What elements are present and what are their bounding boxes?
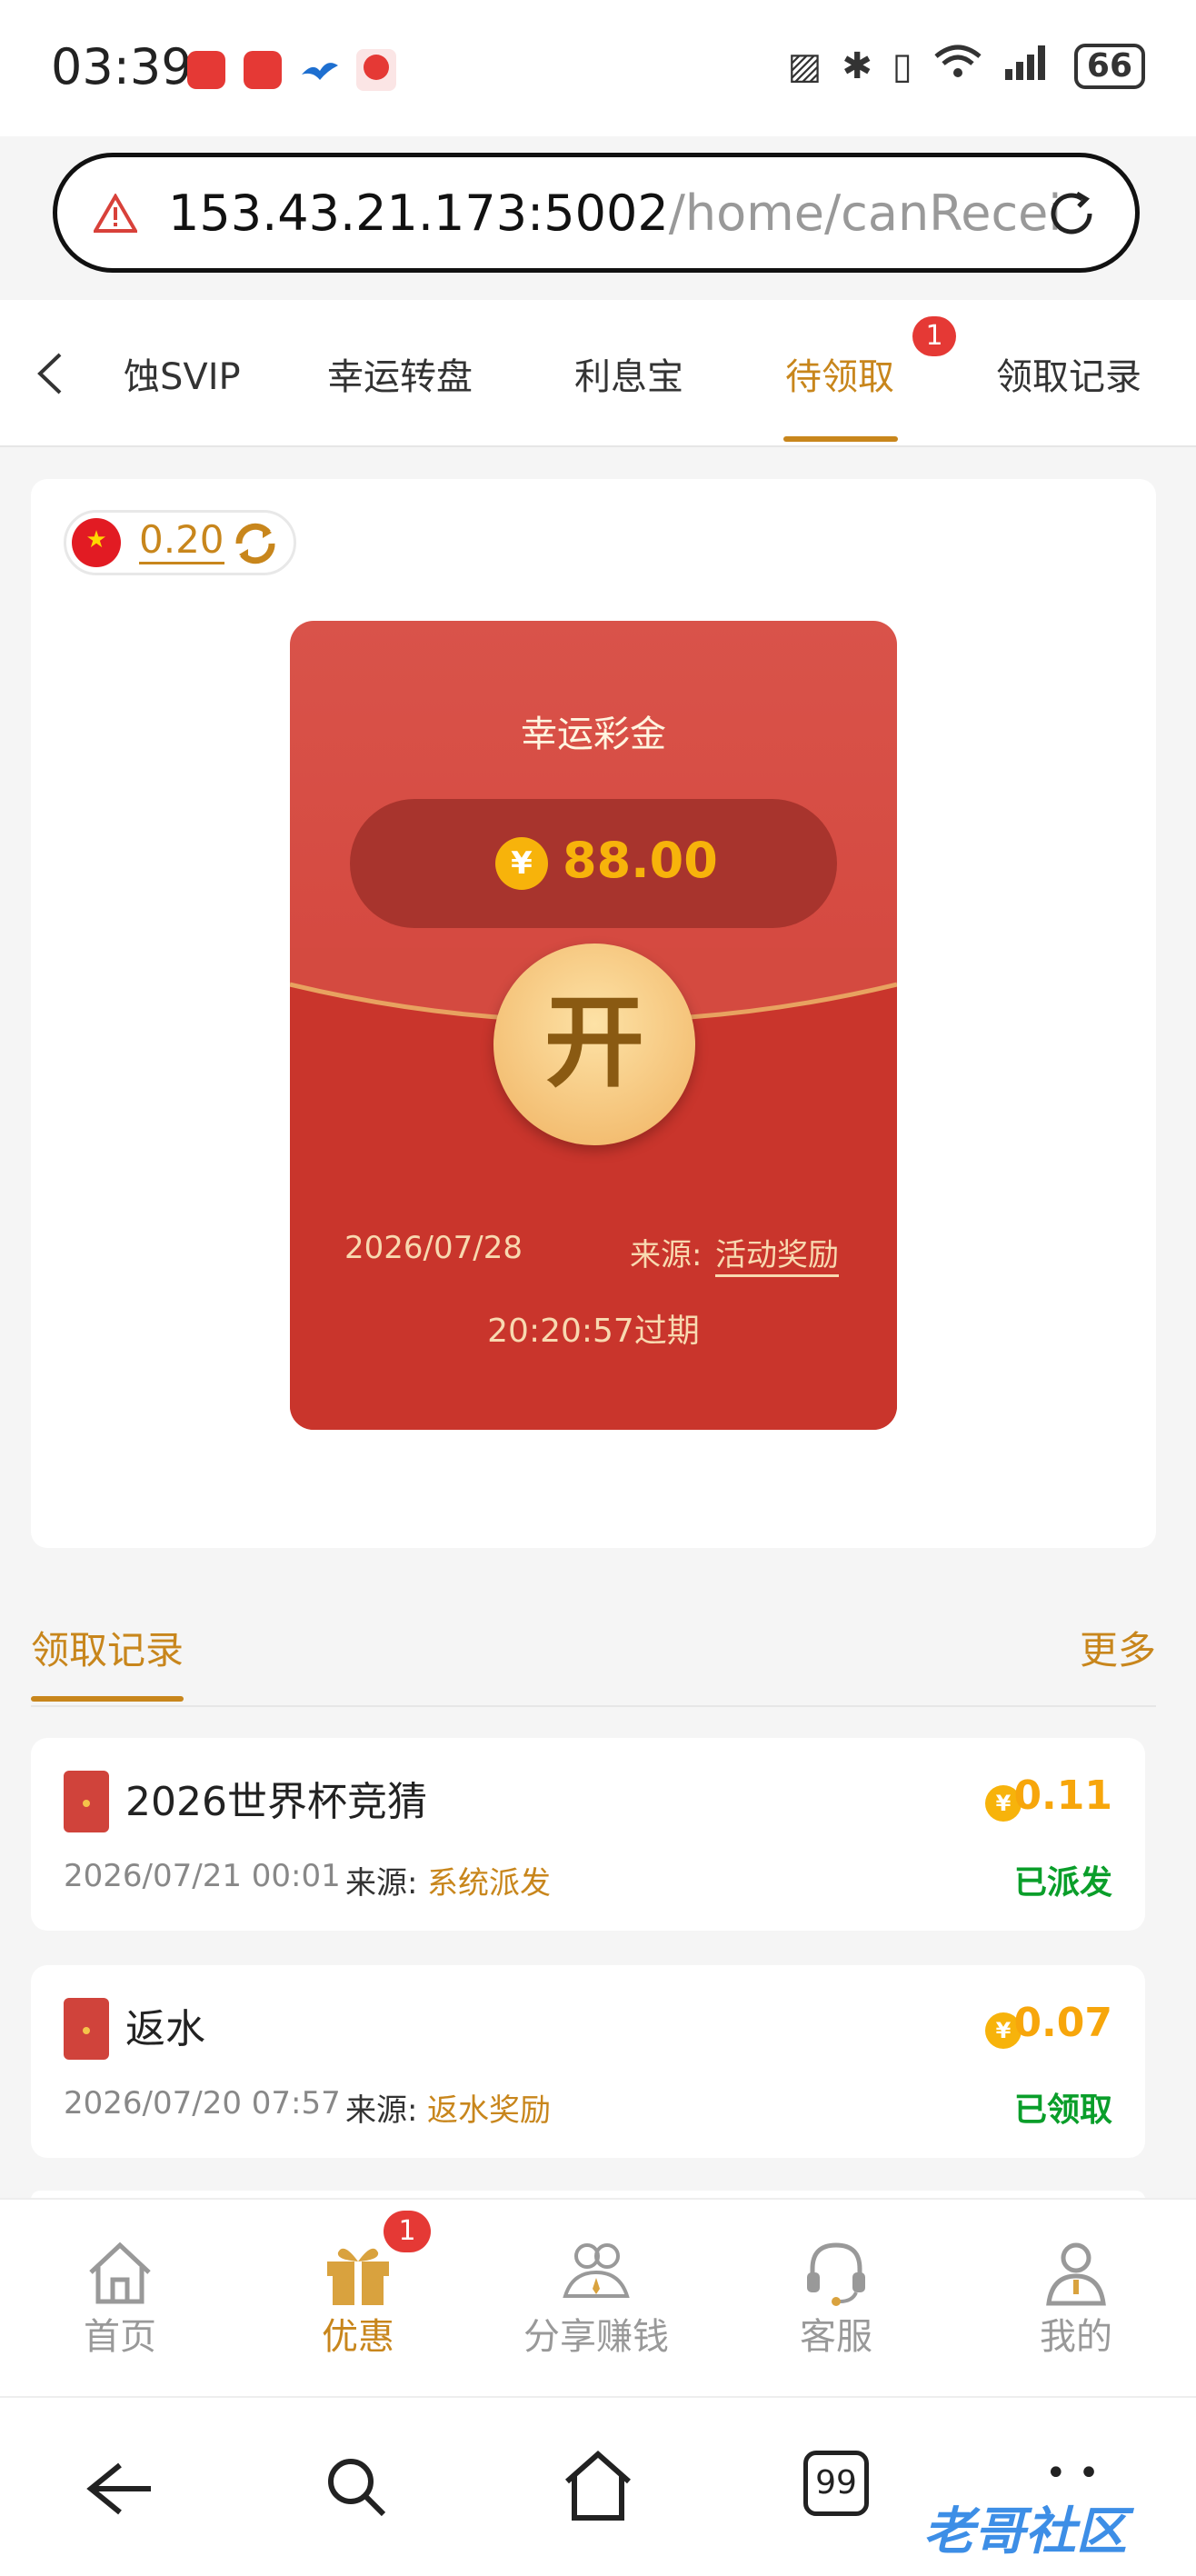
record-source: 系统派发	[427, 1865, 551, 1902]
balance-value: 0.20	[139, 518, 224, 564]
tab-lucky-wheel[interactable]: 幸运转盘	[327, 347, 473, 400]
record-title: 2026世界杯竞猜	[125, 1779, 427, 1825]
section-divider	[31, 1705, 1156, 1707]
tab-pending[interactable]: 待领取	[785, 347, 894, 400]
envelope-expiry: 20:20:57过期	[487, 1313, 700, 1350]
more-link[interactable]: 更多	[1080, 1620, 1156, 1675]
nav-support[interactable]: 客服	[745, 2200, 927, 2398]
tab-pending-badge: 1	[912, 316, 956, 356]
amount-pill: ¥ 88.00	[350, 799, 837, 928]
yen-coin-icon: ¥	[495, 837, 548, 890]
envelope-title: 幸运彩金	[521, 714, 666, 755]
record-amount: 0.11	[1013, 1772, 1112, 1819]
record-status: 已领取	[1013, 2092, 1112, 2129]
tab-claim-history[interactable]: 领取记录	[996, 347, 1141, 400]
record-title: 返水	[125, 2006, 205, 2052]
user-icon	[1040, 2236, 1112, 2309]
url-host: 153.43.21.173:5002	[168, 185, 669, 242]
top-tabs: 蚀SVIP 幸运转盘 利息宝 待领取 1 领取记录	[0, 300, 1196, 447]
nfc-icon: ▨	[787, 45, 822, 87]
status-time: 03:39	[51, 38, 193, 95]
section-title-underline	[31, 1696, 184, 1702]
tabs-count-button[interactable]: 99	[803, 2451, 869, 2516]
bird-app-icon	[300, 53, 340, 89]
record-date: 2026/07/21 00:01	[64, 1858, 341, 1894]
record-item[interactable]: 2026世界杯竞猜 ¥ 0.11 2026/07/21 00:01 来源: 系统…	[31, 1738, 1145, 1931]
envelope-source-link[interactable]: 活动奖励	[715, 1230, 839, 1277]
url-path: /home/canRecei	[668, 185, 1062, 242]
nav-promotions-label: 优惠	[322, 2316, 394, 2358]
back-arrow-icon[interactable]	[84, 2452, 156, 2525]
tab-svip[interactable]: 蚀SVIP	[124, 347, 241, 400]
nav-share[interactable]: 分享赚钱	[505, 2200, 687, 2398]
record-source-label: 来源:	[345, 1865, 418, 1902]
record-source: 返水奖励	[427, 2092, 551, 2129]
nav-support-label: 客服	[800, 2316, 872, 2358]
records-section-title[interactable]: 领取记录	[31, 1620, 184, 1675]
url-text[interactable]: 153.43.21.173:5002/home/canRecei	[168, 185, 1061, 242]
record-item[interactable]: 返水 ¥ 0.07 2026/07/20 07:57 来源: 返水奖励 已领取	[31, 1965, 1145, 2158]
address-bar[interactable]: 153.43.21.173:5002/home/canRecei	[53, 153, 1140, 273]
reload-icon[interactable]	[1042, 185, 1101, 243]
nav-home[interactable]: 首页	[29, 2200, 211, 2398]
search-icon[interactable]	[320, 2451, 393, 2523]
balance-chip[interactable]: ★ 0.20	[64, 510, 296, 575]
status-bar: 03:39 ▨ ✱ ▯ 66	[0, 0, 1196, 136]
red-envelope[interactable]: 幸运彩金 ¥ 88.00 开 2026/07/28 来源: 活动奖励 20:20…	[290, 621, 897, 1430]
nav-promotions-badge: 1	[384, 2211, 431, 2252]
bluetooth-icon: ✱	[842, 45, 872, 87]
nav-profile-label: 我的	[1040, 2316, 1112, 2358]
share-people-icon	[560, 2236, 633, 2309]
red-packet-icon	[64, 1771, 109, 1832]
battery-indicator: 66	[1073, 44, 1145, 89]
huawei-app-icon	[187, 51, 225, 89]
wifi-icon	[932, 44, 983, 89]
tab-interest[interactable]: 利息宝	[574, 347, 683, 400]
envelope-source-label: 来源:	[630, 1237, 703, 1273]
record-date: 2026/07/20 07:57	[64, 2085, 341, 2122]
home-icon	[84, 2236, 156, 2309]
record-status: 已派发	[1013, 1864, 1112, 1902]
red-packet-icon	[64, 1998, 109, 2060]
record-amount: 0.07	[1013, 2000, 1112, 2046]
envelope-amount: 88.00	[563, 832, 718, 889]
nav-home-label: 首页	[84, 2316, 156, 2358]
status-icons: ▨ ✱ ▯ 66	[788, 44, 1145, 89]
signal-icon	[1003, 44, 1054, 89]
more-menu-icon[interactable]: • •	[1045, 2452, 1100, 2494]
huawei-app-icon	[244, 51, 282, 89]
active-tab-underline	[783, 436, 898, 442]
record-source-label: 来源:	[345, 2092, 418, 2129]
warning-icon[interactable]	[92, 193, 139, 234]
home-nav-icon[interactable]	[562, 2447, 634, 2523]
china-flag-icon: ★	[72, 518, 121, 567]
open-envelope-button[interactable]: 开	[493, 944, 695, 1145]
envelope-date: 2026/07/28	[344, 1230, 523, 1266]
nav-promotions[interactable]: 1 优惠	[267, 2200, 449, 2398]
shopping-app-icon	[356, 49, 396, 91]
gift-icon	[322, 2236, 394, 2309]
red-packet-card: ★ 0.20 幸运彩金 ¥ 88.00 开 2026/07/28 来源: 活动奖…	[31, 479, 1156, 1548]
headset-icon	[800, 2236, 872, 2309]
chevron-left-icon[interactable]	[33, 351, 69, 396]
open-button-label: 开	[544, 984, 644, 1101]
nav-share-label: 分享赚钱	[523, 2316, 669, 2358]
vibrate-icon: ▯	[892, 45, 912, 87]
nav-profile[interactable]: 我的	[985, 2200, 1167, 2398]
refresh-icon[interactable]	[230, 518, 281, 569]
bottom-nav: 首页 1 优惠 分享赚钱 客服 我的	[0, 2198, 1196, 2398]
watermark-logo: 老哥社区	[923, 2502, 1127, 2561]
